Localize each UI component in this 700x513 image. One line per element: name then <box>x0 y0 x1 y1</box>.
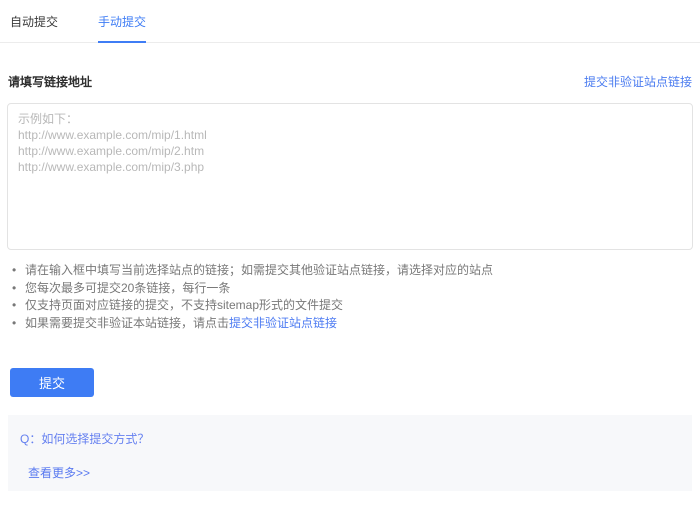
form-header: 请填写链接地址 提交非验证站点链接 <box>8 73 692 90</box>
note-text: 您每次最多可提交20条链接，每行一条 <box>25 281 230 295</box>
tab-bar: 自动提交 手动提交 <box>0 0 700 43</box>
submission-notes: 请在输入框中填写当前选择站点的链接；如需提交其他验证站点链接，请选择对应的站点 … <box>12 262 692 332</box>
submit-unverified-site-link[interactable]: 提交非验证站点链接 <box>584 73 692 90</box>
note-text: 请在输入框中填写当前选择站点的链接；如需提交其他验证站点链接，请选择对应的站点 <box>25 263 493 277</box>
note-unverified-site-link[interactable]: 提交非验证站点链接 <box>229 316 337 330</box>
manual-submit-page: 自动提交 手动提交 请填写链接地址 提交非验证站点链接 请在输入框中填写当前选择… <box>0 0 700 513</box>
link-address-label: 请填写链接地址 <box>8 73 92 90</box>
tab-auto-submit[interactable]: 自动提交 <box>10 15 58 42</box>
submit-button[interactable]: 提交 <box>10 368 94 397</box>
link-input-textarea[interactable] <box>7 103 693 250</box>
note-item: 如果需要提交非验证本站链接，请点击提交非验证站点链接 <box>12 315 692 333</box>
qa-box: Q：如何选择提交方式？ 查看更多>> <box>8 415 692 491</box>
note-text: 如果需要提交非验证本站链接，请点击 <box>25 316 229 330</box>
note-text: 仅支持页面对应链接的提交，不支持sitemap形式的文件提交 <box>25 298 343 312</box>
tab-manual-submit[interactable]: 手动提交 <box>98 15 146 43</box>
note-item: 您每次最多可提交20条链接，每行一条 <box>12 280 692 298</box>
note-item: 请在输入框中填写当前选择站点的链接；如需提交其他验证站点链接，请选择对应的站点 <box>12 262 692 280</box>
note-item: 仅支持页面对应链接的提交，不支持sitemap形式的文件提交 <box>12 297 692 315</box>
qa-see-more-link[interactable]: 查看更多>> <box>28 464 90 481</box>
qa-question-link[interactable]: Q：如何选择提交方式？ <box>20 430 149 447</box>
